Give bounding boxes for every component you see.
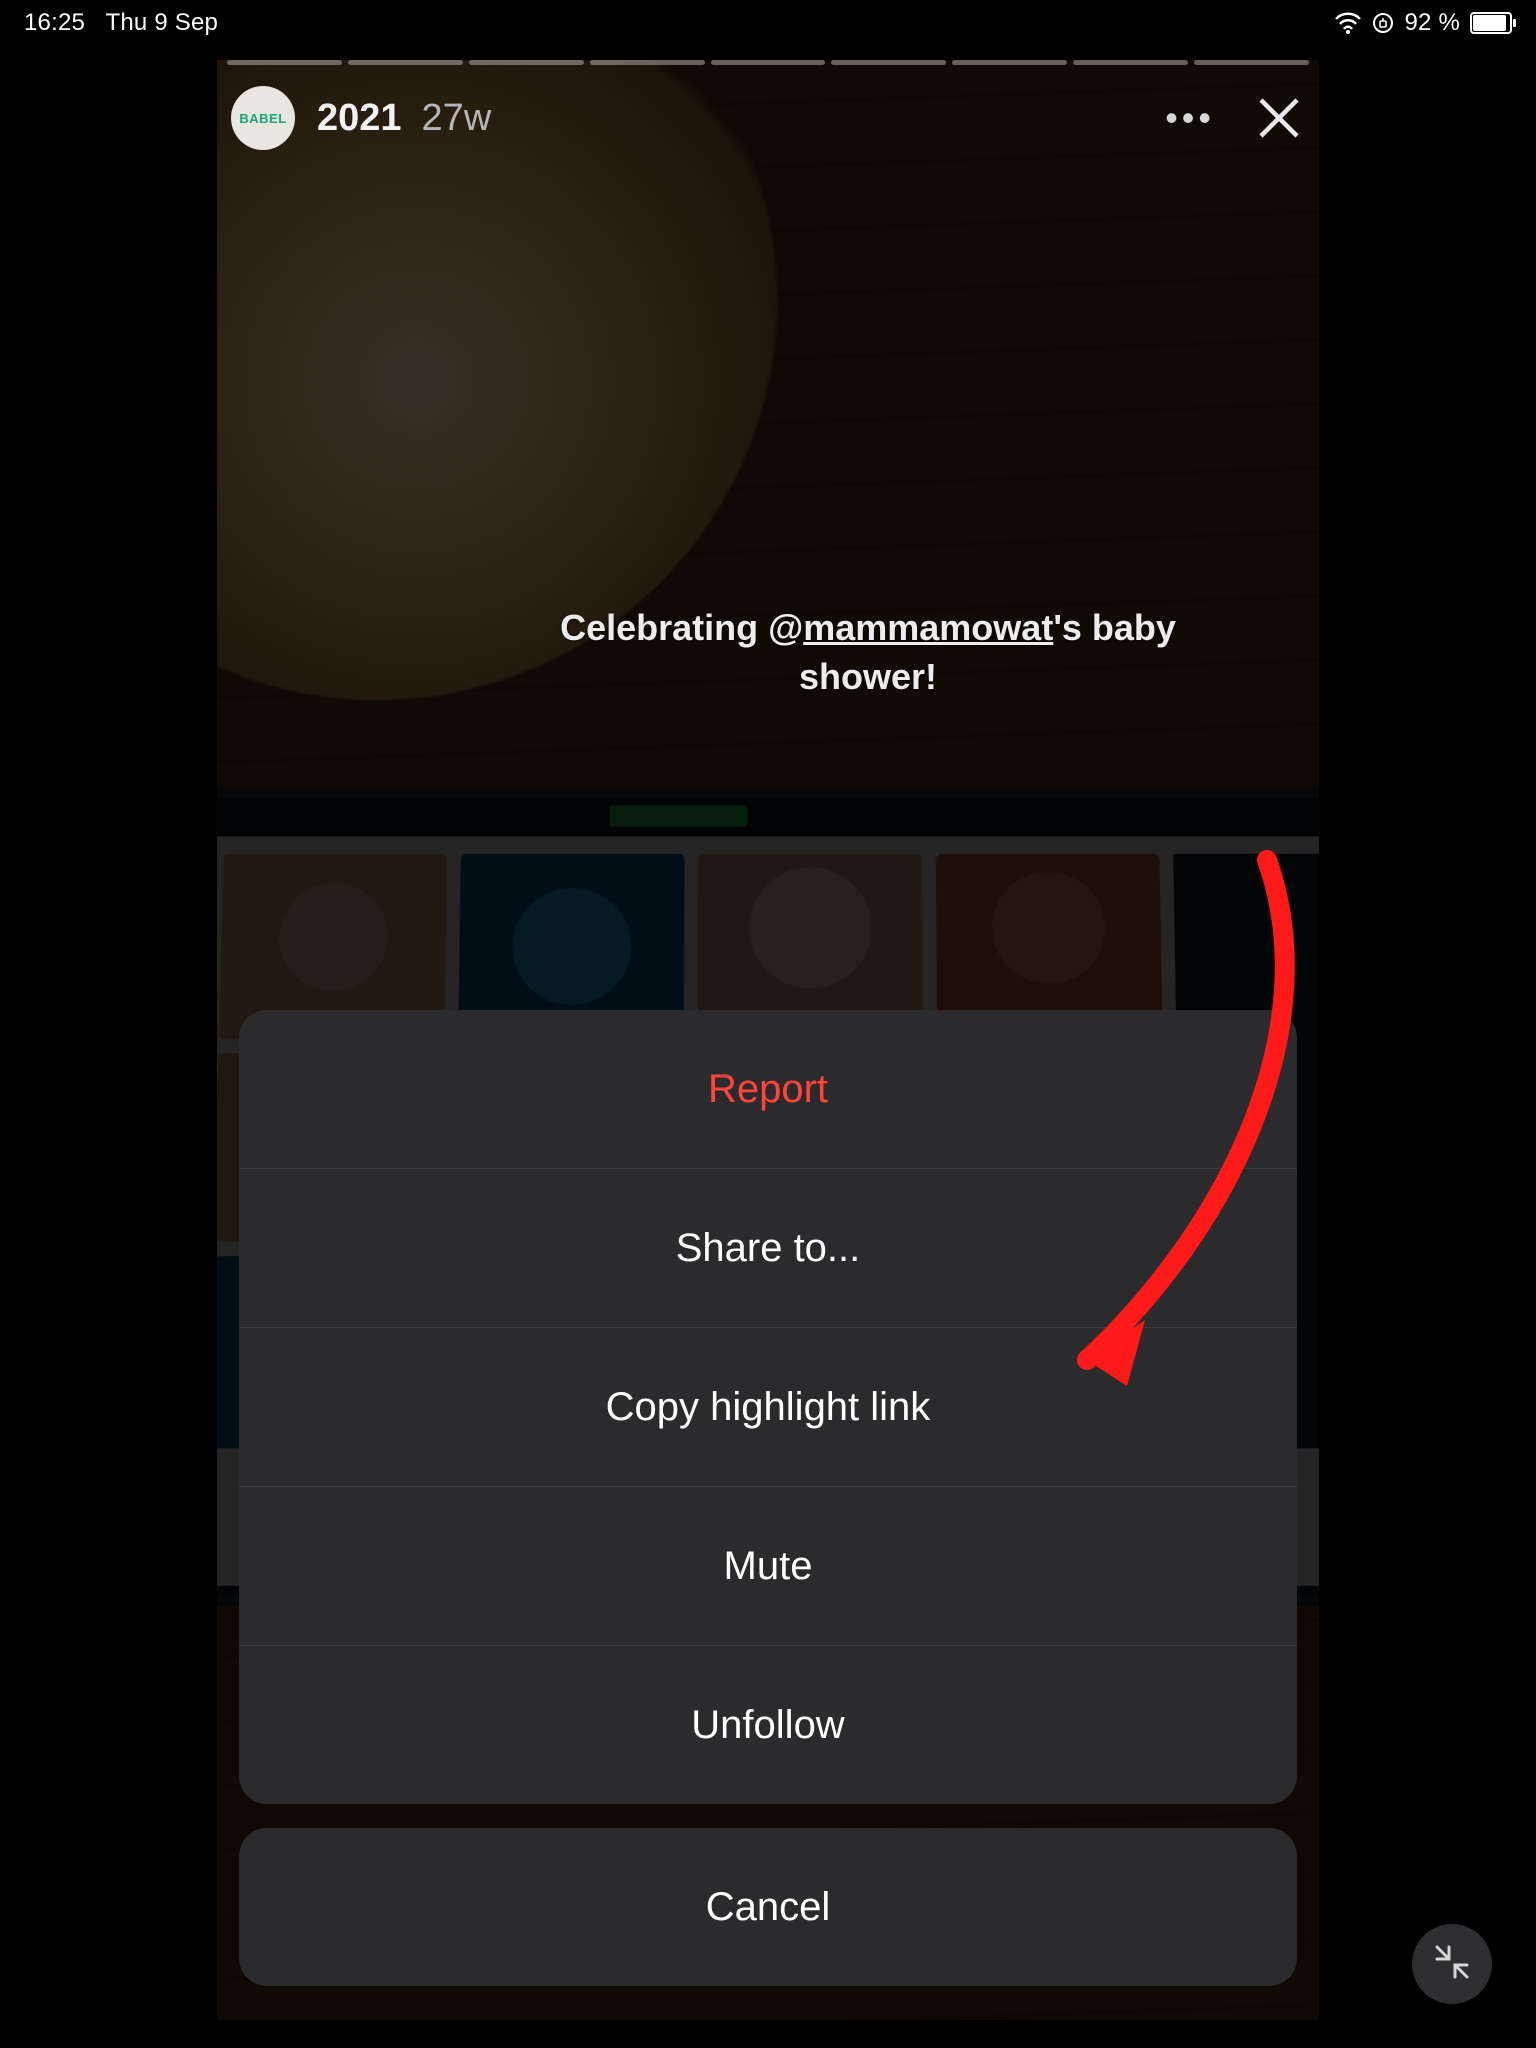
orientation-lock-icon (1372, 12, 1394, 34)
action-label: Share to... (676, 1226, 861, 1271)
action-sheet: Report Share to... Copy highlight link Mute… (239, 1010, 1297, 1986)
story-progress-segment (952, 60, 1067, 65)
story-progress-segment (590, 60, 705, 65)
action-label: Mute (724, 1544, 813, 1589)
highlight-title[interactable]: 2021 (317, 97, 402, 140)
story-age: 27w (422, 97, 492, 140)
action-sheet-options: Report Share to... Copy highlight link Mute… (239, 1010, 1297, 1804)
story-progress-segment (227, 60, 342, 65)
story-progress-segment (1194, 60, 1309, 65)
close-button[interactable] (1253, 92, 1305, 144)
action-label: Unfollow (691, 1703, 844, 1748)
caption-prefix: Celebrating @ (560, 607, 803, 648)
story-progress-segment (831, 60, 946, 65)
caption-mention[interactable]: mammamowat (803, 607, 1053, 648)
story-progress-segment (1073, 60, 1188, 65)
action-mute-button[interactable]: Mute (239, 1486, 1297, 1645)
battery-percent: 92 % (1404, 9, 1460, 37)
status-bar-left: 16:25 Thu 9 Sep (24, 9, 232, 37)
story-progress-segment (469, 60, 584, 65)
avatar[interactable]: BABEL (231, 86, 295, 150)
cancel-button[interactable]: Cancel (239, 1828, 1297, 1986)
avatar-label: BABEL (239, 111, 286, 126)
exit-fullscreen-button[interactable] (1412, 1924, 1492, 2004)
status-time: 16:25 (24, 9, 85, 36)
action-share-to-button[interactable]: Share to... (239, 1168, 1297, 1327)
action-label: Report (708, 1067, 828, 1112)
story-header: BABEL 2021 27w ••• (231, 86, 1305, 150)
action-label: Copy highlight link (606, 1385, 931, 1430)
story-view[interactable]: BABEL 2021 27w ••• Celebrating @mammamow… (217, 60, 1319, 2020)
action-report-button[interactable]: Report (239, 1010, 1297, 1168)
more-options-button[interactable]: ••• (1151, 91, 1229, 145)
status-bar: 16:25 Thu 9 Sep 92 % (0, 0, 1536, 40)
action-copy-highlight-link-button[interactable]: Copy highlight link (239, 1327, 1297, 1486)
battery-icon (1470, 12, 1512, 34)
action-unfollow-button[interactable]: Unfollow (239, 1645, 1297, 1804)
story-progress-bar (227, 60, 1309, 65)
wifi-icon (1334, 12, 1362, 34)
story-caption: Celebrating @mammamowat's baby shower! (217, 604, 1319, 701)
cancel-label: Cancel (706, 1885, 831, 1930)
story-progress-segment (348, 60, 463, 65)
story-progress-segment (711, 60, 826, 65)
status-bar-right: 92 % (1334, 9, 1512, 37)
status-date: Thu 9 Sep (106, 9, 219, 36)
contract-icon (1431, 1941, 1473, 1988)
